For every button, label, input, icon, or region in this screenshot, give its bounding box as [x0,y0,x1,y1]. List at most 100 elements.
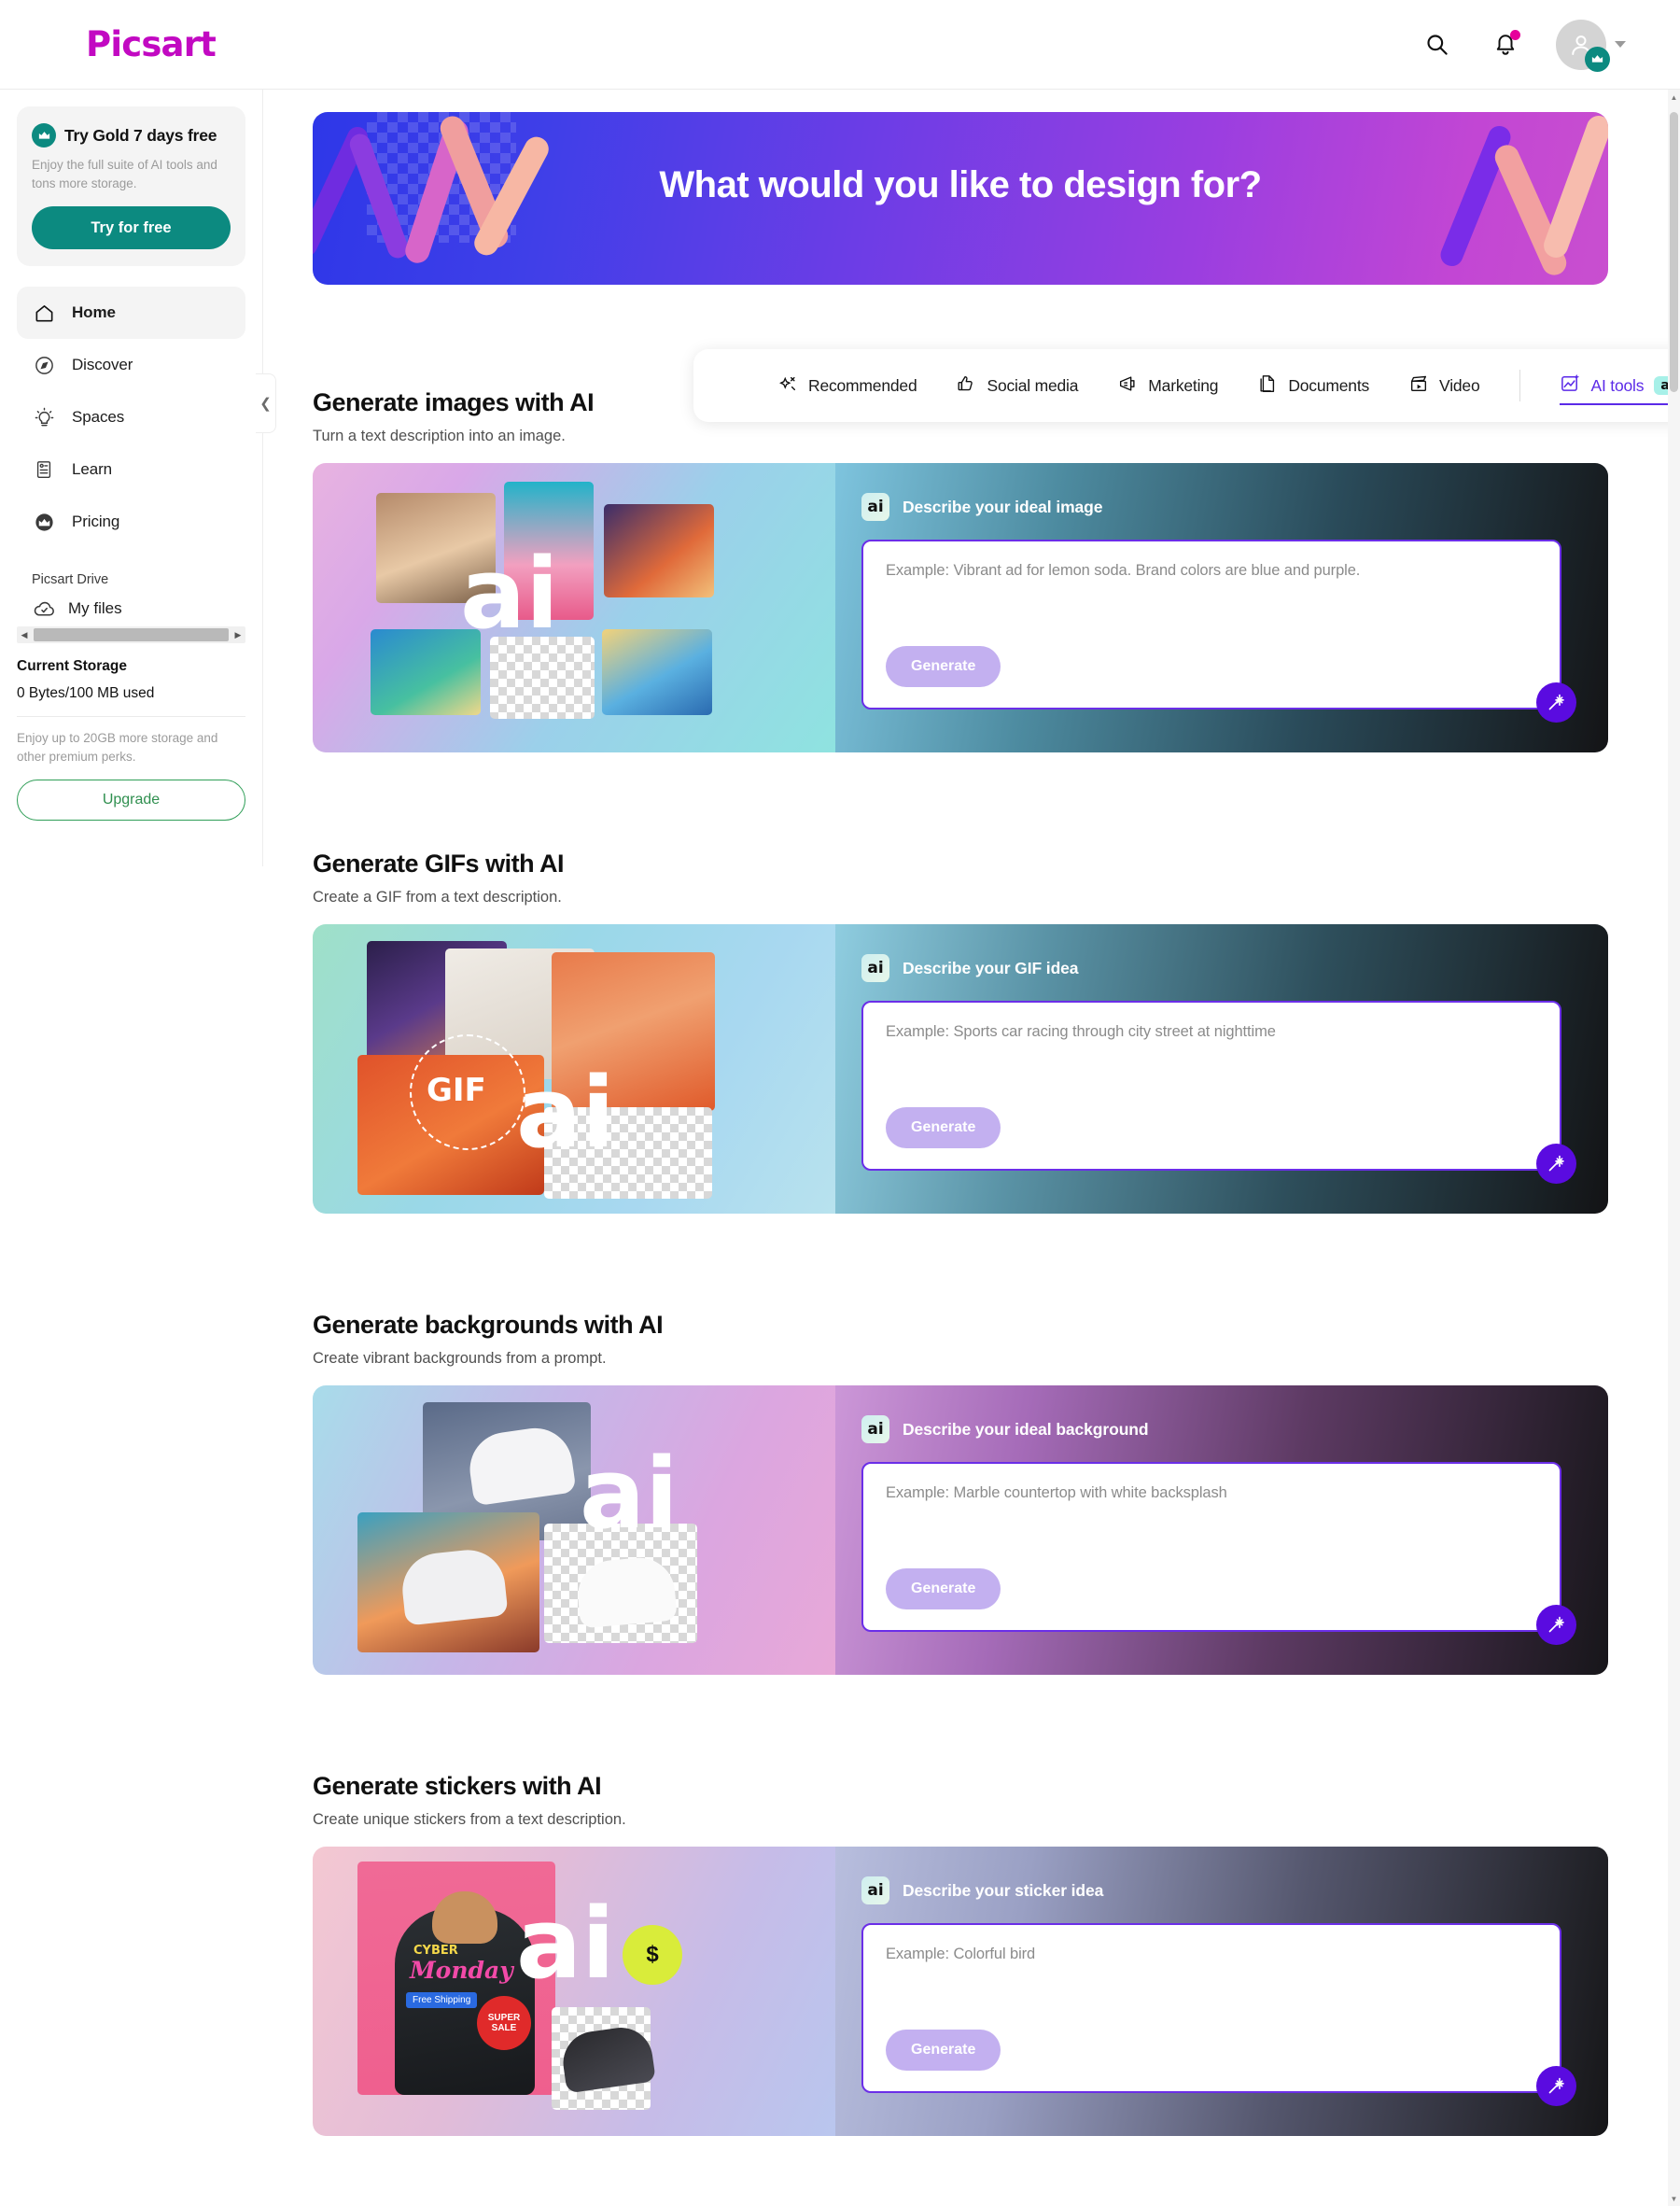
sticker-dollar-badge: $ [623,1925,682,1985]
notification-dot [1510,29,1520,40]
sidebar-item-label: Learn [72,460,112,479]
chevron-down-icon[interactable] [1615,41,1626,48]
sidebar-item-spaces[interactable]: Spaces [17,391,245,443]
ai-badge-icon: ai [861,1415,889,1443]
scroll-up-arrow[interactable]: ▲ [1668,90,1680,105]
magic-wand-icon[interactable] [1536,2066,1576,2106]
sticker-prompt-input[interactable]: Example: Colorful bird Generate [861,1923,1576,2106]
prompt-header: ai Describe your sticker idea [861,1876,1561,1904]
section-title-stickers: Generate stickers with AI [313,1772,602,1800]
horizontal-scrollbar[interactable]: ◀ ▶ [17,626,245,644]
magic-wand-icon[interactable] [1536,1605,1576,1645]
search-icon[interactable] [1418,26,1455,63]
picsart-drive-label: Picsart Drive [32,572,109,588]
sticker-card-artwork: CYBER Monday Free Shipping SUPER SALE $ … [313,1847,835,2136]
background-prompt-panel: ai Describe your ideal background Exampl… [835,1385,1608,1675]
generate-button[interactable]: Generate [886,646,1001,687]
gold-promo-subtitle: Enjoy the full suite of AI tools and ton… [32,158,217,190]
gif-label: GIF [427,1072,486,1109]
tab-video[interactable]: Video [1408,349,1480,422]
image-prompt-input[interactable]: Example: Vibrant ad for lemon soda. Bran… [861,540,1576,723]
hero-title: What would you like to design for? [659,164,1262,205]
prompt-header: ai Describe your ideal image [861,493,1561,521]
tab-social-media[interactable]: Social media [956,349,1078,422]
generate-button[interactable]: Generate [886,2030,1001,2071]
tab-label: Marketing [1148,375,1219,395]
ai-watermark: ai [580,1437,679,1551]
gif-prompt-input[interactable]: Example: Sports car racing through city … [861,1001,1576,1184]
sticker-sale-badge: SUPER SALE [477,1996,531,2050]
clapperboard-icon [1408,373,1429,399]
art-tile [604,504,714,597]
tab-active-underline [1559,403,1668,405]
sidebar-item-pricing[interactable]: Pricing [17,496,245,548]
scroll-thumb[interactable] [1670,112,1678,392]
header-actions [1418,19,1626,72]
generate-button[interactable]: Generate [886,1568,1001,1609]
scroll-thumb[interactable] [34,628,229,642]
tab-ai-tools[interactable]: AI tools ai [1559,349,1668,422]
bell-icon[interactable] [1487,26,1524,63]
ai-image-card: ai ai Describe your ideal image Example:… [313,463,1608,752]
sticker-cyber-text: CYBER [413,1944,458,1958]
image-prompt-panel: ai Describe your ideal image Example: Vi… [835,463,1608,752]
generate-button[interactable]: Generate [886,1107,1001,1148]
prompt-header: ai Describe your GIF idea [861,954,1561,982]
section-subtitle-gifs: Create a GIF from a text description. [313,889,562,906]
current-storage-label: Current Storage [17,658,127,675]
storage-used-value: 0 Bytes/100 MB used [17,685,155,702]
ai-watermark: ai [516,1056,615,1170]
chevron-left-icon[interactable]: ❮ [256,373,276,433]
section-subtitle-stickers: Create unique stickers from a text descr… [313,1811,626,1828]
prompt-label: Describe your sticker idea [903,1880,1104,1900]
prompt-placeholder: Example: Vibrant ad for lemon soda. Bran… [886,562,1361,579]
sticker-monday-text: Monday [410,1957,513,1984]
tab-label: Documents [1288,375,1370,395]
sparkle-icon [777,373,798,399]
ai-sticker-card: CYBER Monday Free Shipping SUPER SALE $ … [313,1847,1608,2136]
cloud-check-icon [32,597,56,621]
my-files-item[interactable]: My files [17,597,245,621]
gif-prompt-panel: ai Describe your GIF idea Example: Sport… [835,924,1608,1214]
image-card-artwork: ai [313,463,835,752]
tab-separator [1519,370,1520,401]
ai-image-icon [1560,372,1581,399]
hero-banner: What would you like to design for? [313,112,1608,285]
scroll-right-arrow[interactable]: ▶ [231,630,245,640]
magic-wand-icon[interactable] [1536,1144,1576,1184]
upgrade-button[interactable]: Upgrade [17,780,245,822]
background-prompt-input[interactable]: Example: Marble countertop with white ba… [861,1462,1576,1645]
scroll-down-arrow[interactable]: ▼ [1668,2191,1680,2206]
vertical-scrollbar[interactable]: ▲ ▼ [1668,90,1680,2206]
sidebar-item-home[interactable]: Home [17,287,245,340]
magic-wand-icon[interactable] [1536,682,1576,723]
prompt-header: ai Describe your ideal background [861,1415,1561,1443]
prompt-label: Describe your GIF idea [903,958,1079,977]
megaphone-icon [1117,373,1138,399]
tab-recommended[interactable]: Recommended [777,349,917,422]
sidebar-item-label: Pricing [72,513,120,531]
crown-icon [32,123,56,148]
section-subtitle-backgrounds: Create vibrant backgrounds from a prompt… [313,1350,607,1367]
tab-documents[interactable]: Documents [1257,349,1369,422]
premium-perks-text: Enjoy up to 20GB more storage and other … [17,731,218,764]
sticker-shipping-badge: Free Shipping [406,1992,478,2008]
sidebar-item-learn[interactable]: Learn [17,443,245,496]
avatar[interactable] [1556,19,1626,72]
scroll-left-arrow[interactable]: ◀ [17,630,32,640]
tab-marketing[interactable]: Marketing [1117,349,1219,422]
book-icon [32,457,56,482]
app-header: Picsart [0,0,1680,90]
try-for-free-button[interactable]: Try for free [32,206,231,250]
divider [17,716,245,718]
tab-label: Social media [987,375,1079,395]
sidebar-item-discover[interactable]: Discover [17,339,245,391]
main-content: What would you like to design for? Recom… [264,90,1668,2206]
prompt-placeholder: Example: Sports car racing through city … [886,1023,1276,1040]
gold-promo-title-row: Try Gold 7 days free [32,123,231,148]
sticker-prompt-panel: ai Describe your sticker idea Example: C… [835,1847,1608,2136]
tab-label: Recommended [808,375,917,395]
picsart-logo[interactable]: Picsart [86,24,217,64]
ai-badge-icon: ai [861,1876,889,1904]
ai-chip: ai [1654,375,1668,396]
